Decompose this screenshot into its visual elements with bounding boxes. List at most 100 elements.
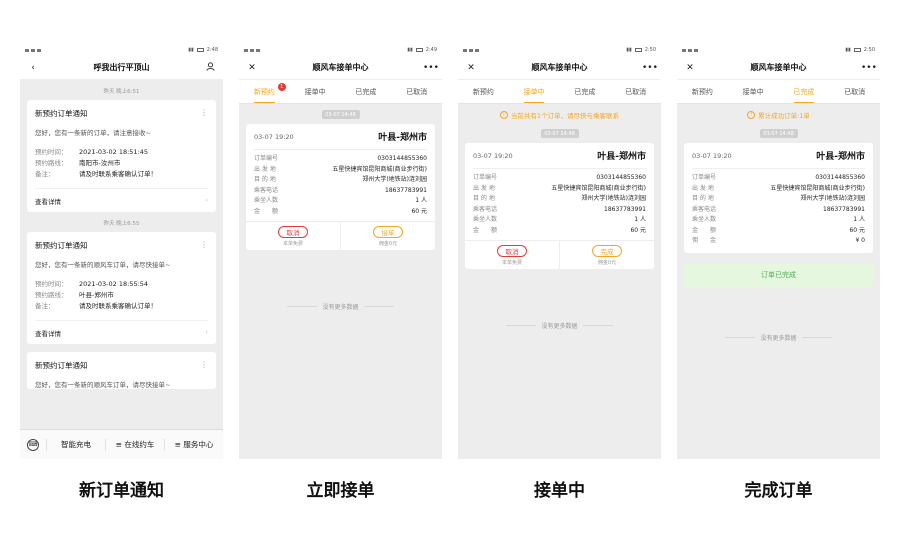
more-icon[interactable]: ⋮: [200, 360, 208, 371]
order-route: 叶县-郑州市: [597, 152, 646, 162]
page-title: 呼我出行平顶山: [93, 63, 150, 72]
info-row: 预约路线： 叶县-郑州市: [35, 291, 114, 299]
cancel-button[interactable]: 取消: [497, 245, 527, 257]
cancel-subtext: 本单免费: [501, 260, 522, 266]
user-icon[interactable]: [204, 61, 216, 74]
more-icon[interactable]: ⋮: [200, 240, 208, 251]
menu-service-center[interactable]: ≡ 服务中心: [164, 439, 223, 450]
order-row: 出 发 地五星快捷宾馆昆阳商城(商业步行街): [473, 184, 646, 192]
chevron-left-icon[interactable]: ‹: [27, 63, 39, 73]
close-icon[interactable]: ✕: [684, 63, 696, 73]
phone-in-progress: ▮▮ 2:50 ✕ 顺风车接单中心 ••• 新预约 接单中 已完成 已取消 ! 当前…: [458, 44, 661, 459]
tab-new[interactable]: 新预约 1: [239, 80, 290, 103]
notification-card[interactable]: 新预约订单通知 ⋮ 您好，您有一条新的订单，请注意接收~ 预约时间： 2021-03…: [27, 100, 216, 212]
notification-text: 您好，您有一条新的订单，请注意接收~: [35, 129, 151, 137]
status-bar: ▮▮ 2:49: [239, 44, 442, 56]
phone-completed: ▮▮ 2:50 ✕ 顺风车接单中心 ••• 新预约 接单中 已完成 已取消 ! 累计…: [677, 44, 880, 459]
order-row: 乘坐人数 1 人: [692, 216, 865, 223]
notification-card[interactable]: 新预约订单通知 ⋮ 您好，您有一条新的顺风车订单，请尽快接单~ 预约时间： 2021…: [27, 232, 216, 344]
no-more-data: 没有更多数据: [677, 333, 880, 342]
close-icon[interactable]: ✕: [246, 63, 258, 73]
cancel-button[interactable]: 取消: [278, 226, 308, 238]
phone-notifications: ▮▮ 2:48 ‹ 呼我出行平顶山 昨天 晚上6:51 新预约订单通知 ⋮ 您好，您…: [20, 44, 223, 459]
order-row: 佣 金 ¥ 0: [692, 237, 865, 244]
status-time: 2:48: [206, 47, 218, 53]
order-completed-banner: 订单已完成: [684, 262, 873, 287]
notification-title: 新预约订单通知: [35, 109, 88, 118]
tab-completed[interactable]: 已完成: [341, 80, 392, 103]
tab-cancelled[interactable]: 已取消: [829, 80, 880, 103]
order-row: 乘客电话 18637783991: [692, 205, 865, 213]
order-tabs: 新预约 1 接单中 已完成 已取消: [239, 80, 442, 104]
status-bar: ▮▮ 2:48: [20, 44, 223, 56]
signal-icon: ▮▮: [188, 47, 194, 53]
chevron-right-icon: ›: [205, 328, 208, 336]
tab-new[interactable]: 新预约: [458, 80, 509, 103]
tab-in-progress[interactable]: 接单中: [290, 80, 341, 103]
more-options-icon[interactable]: •••: [642, 63, 658, 73]
order-route: 叶县-郑州市: [378, 133, 427, 143]
battery-icon: [634, 48, 642, 52]
cancel-subtext: 本单免费: [282, 241, 303, 247]
finish-button[interactable]: 完成: [592, 245, 622, 257]
order-date: 03-07 19:20: [692, 151, 732, 160]
notification-title: 新预约订单通知: [35, 361, 88, 370]
close-icon[interactable]: ✕: [465, 63, 477, 73]
order-date: 03-07 19:20: [473, 151, 513, 160]
accept-button[interactable]: 接单: [373, 226, 403, 238]
more-icon[interactable]: ⋮: [200, 108, 208, 119]
battery-icon: [853, 48, 861, 52]
menu-smart-charge[interactable]: 智能充电: [46, 439, 105, 450]
view-details-link[interactable]: 查看详情 ›: [35, 188, 208, 212]
signal-icon: ▮▮: [845, 47, 851, 53]
status-time: 2:50: [644, 47, 656, 53]
tab-new[interactable]: 新预约: [677, 80, 728, 103]
navbar: ✕ 顺风车接单中心 •••: [239, 56, 442, 80]
order-row: 金 额 60 元: [692, 226, 865, 234]
more-options-icon[interactable]: •••: [861, 63, 877, 73]
order-row: 目 的 地郑州大学(地铁站)涟刘园: [473, 195, 646, 202]
message-time: 昨天 晚上6:51: [103, 89, 140, 95]
caption-new-notice: 新订单通知: [79, 481, 164, 501]
signal-icon: ▮▮: [407, 47, 413, 53]
order-row: 订单编号 0303144855360: [254, 155, 427, 162]
info-row: 预约时间： 2021-03-02 18:55:54: [35, 280, 149, 288]
notification-text: 您好，您有一条新的顺风车订单，请尽快接单~: [35, 261, 171, 269]
tab-in-progress[interactable]: 接单中: [509, 80, 560, 103]
info-row: 备注： 请及时联系乘客确认订单！: [35, 170, 157, 178]
battery-icon: [196, 48, 204, 52]
order-row: 金 额 60 元: [473, 226, 646, 234]
notification-card[interactable]: 新预约订单通知 ⋮ 您好，您有一条新的顺风车订单，请尽快接单~: [27, 352, 216, 389]
order-row: 出 发 地五星快捷宾馆昆阳商城(商业步行街): [254, 165, 427, 173]
status-time: 2:50: [863, 47, 875, 53]
tab-cancelled[interactable]: 已取消: [391, 80, 442, 103]
notification-title: 新预约订单通知: [35, 241, 88, 250]
page-title: 顺风车接单中心: [531, 63, 588, 72]
order-tabs: 新预约 接单中 已完成 已取消: [458, 80, 661, 104]
navbar: ‹ 呼我出行平顶山: [20, 56, 223, 80]
keyboard-icon[interactable]: ⌨: [20, 438, 46, 451]
order-row: 金 额 60 元: [254, 207, 427, 215]
info-row: 预约路线： 南阳市-汝州市: [35, 159, 121, 167]
info-row: 预约时间： 2021-03-02 18:51:45: [35, 148, 149, 156]
navbar: ✕ 顺风车接单中心 •••: [677, 56, 880, 80]
tab-completed[interactable]: 已完成: [560, 80, 611, 103]
signal-icon: ▮▮: [626, 47, 632, 53]
view-details-link[interactable]: 查看详情 ›: [35, 320, 208, 344]
order-notice: ! 当前共有1个订单，请尽快与乘客联系: [458, 104, 661, 123]
tab-in-progress[interactable]: 接单中: [728, 80, 779, 103]
info-row: 备注： 请及时联系乘客确认订单！: [35, 302, 157, 310]
more-options-icon[interactable]: •••: [423, 63, 439, 73]
caption-complete: 完成订单: [744, 481, 813, 501]
order-row: 订单编号 0303144855360: [473, 174, 646, 181]
tab-cancelled[interactable]: 已取消: [610, 80, 661, 103]
menu-online-car[interactable]: ≡ 在线约车: [105, 439, 164, 450]
commission-subtext: 佣金0元: [597, 260, 617, 266]
action-row: 取消 本单免费 接单 佣金0元: [246, 221, 435, 250]
caption-accept: 立即接单: [306, 481, 375, 501]
status-bar: ▮▮ 2:50: [677, 44, 880, 56]
order-notice: ! 累计成功订单:1单: [677, 104, 880, 123]
phone-accept-order: ▮▮ 2:49 ✕ 顺风车接单中心 ••• 新预约 1 接单中 已完成 已取消 03…: [239, 44, 442, 459]
tab-completed[interactable]: 已完成: [779, 80, 830, 103]
order-row: 乘坐人数 1 人: [254, 197, 427, 204]
